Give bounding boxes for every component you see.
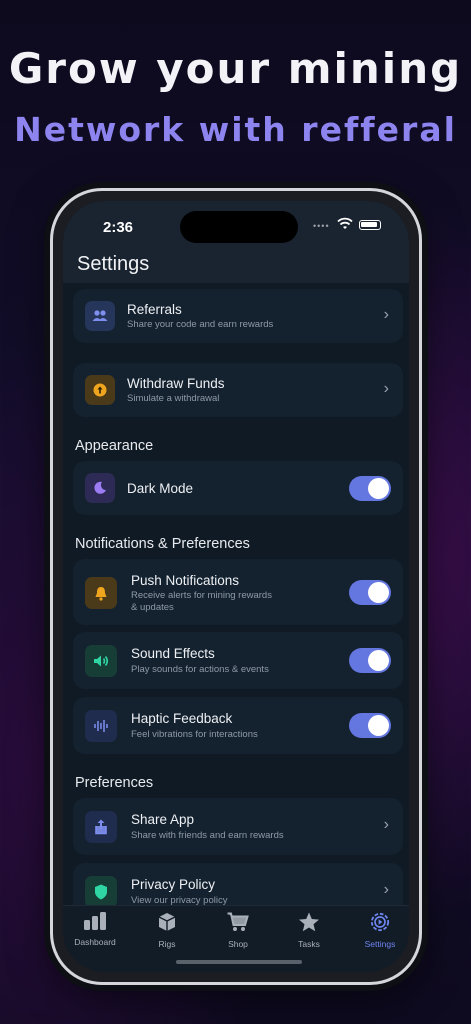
haptic-subtitle: Feel vibrations for interactions xyxy=(131,729,258,740)
star-icon xyxy=(299,912,319,932)
gear-icon xyxy=(370,912,390,932)
section-notifications: Notifications & Preferences xyxy=(75,536,250,552)
tab-label: Settings xyxy=(364,939,396,949)
section-preferences: Preferences xyxy=(75,775,154,791)
sound-effects-row: Sound Effects Play sounds for actions & … xyxy=(73,632,403,689)
status-time: 2:36 xyxy=(103,219,134,236)
dark-mode-toggle[interactable] xyxy=(349,476,391,501)
dynamic-island xyxy=(180,211,298,243)
tab-label: Dashboard xyxy=(74,937,116,947)
tab-dashboard[interactable]: Dashboard xyxy=(65,912,125,947)
waveform-icon xyxy=(85,710,117,742)
wifi-icon xyxy=(337,217,353,229)
tab-rigs[interactable]: Rigs xyxy=(137,912,197,949)
shield-icon xyxy=(85,876,117,905)
share-title: Share App xyxy=(131,812,195,827)
tab-settings[interactable]: Settings xyxy=(350,912,409,949)
page-title: Settings xyxy=(77,253,150,275)
phone-screen: 2:36 •••• Settings Referrals Share your … xyxy=(63,201,409,972)
section-appearance: Appearance xyxy=(75,438,154,454)
privacy-policy-row[interactable]: Privacy Policy View our privacy policy › xyxy=(73,863,403,905)
cube-icon xyxy=(158,913,176,931)
push-notifications-toggle[interactable] xyxy=(349,580,391,605)
push-title: Push Notifications xyxy=(131,573,240,588)
privacy-subtitle: View our privacy policy xyxy=(131,895,228,905)
withdraw-icon xyxy=(85,375,115,405)
share-subtitle: Share with friends and earn rewards xyxy=(131,830,284,841)
tab-label: Rigs xyxy=(158,939,176,949)
haptic-feedback-row: Haptic Feedback Feel vibrations for inte… xyxy=(73,697,403,754)
chevron-right-icon: › xyxy=(383,380,389,397)
dark-mode-row: Dark Mode xyxy=(73,461,403,515)
share-app-row[interactable]: Share App Share with friends and earn re… xyxy=(73,798,403,855)
users-icon xyxy=(85,301,115,331)
tab-tasks[interactable]: Tasks xyxy=(279,912,339,949)
cart-icon xyxy=(227,912,249,931)
push-notifications-row: Push Notifications Receive alerts for mi… xyxy=(73,559,403,625)
tab-label: Shop xyxy=(228,939,248,949)
tab-label: Tasks xyxy=(298,939,320,949)
sound-title: Sound Effects xyxy=(131,646,215,661)
referrals-row[interactable]: Referrals Share your code and earn rewar… xyxy=(73,289,403,343)
settings-list[interactable]: Referrals Share your code and earn rewar… xyxy=(63,283,409,905)
withdraw-title: Withdraw Funds xyxy=(127,376,225,391)
referrals-subtitle: Share your code and earn rewards xyxy=(127,319,274,330)
bar-chart-icon xyxy=(84,912,106,930)
sound-effects-toggle[interactable] xyxy=(349,648,391,673)
battery-icon xyxy=(359,220,381,230)
chevron-right-icon: › xyxy=(383,881,389,898)
chevron-right-icon: › xyxy=(383,816,389,833)
privacy-title: Privacy Policy xyxy=(131,877,216,892)
haptic-title: Haptic Feedback xyxy=(131,711,233,726)
haptic-feedback-toggle[interactable] xyxy=(349,713,391,738)
share-icon xyxy=(85,811,117,843)
sound-subtitle: Play sounds for actions & events xyxy=(131,664,269,675)
push-subtitle: Receive alerts for mining rewards & upda… xyxy=(131,590,272,613)
withdraw-subtitle: Simulate a withdrawal xyxy=(127,393,220,404)
tab-shop[interactable]: Shop xyxy=(208,912,268,949)
referrals-title: Referrals xyxy=(127,302,182,317)
signal-icon: •••• xyxy=(313,221,330,231)
bell-icon xyxy=(85,577,117,609)
chevron-right-icon: › xyxy=(383,306,389,323)
phone-frame: 2:36 •••• Settings Referrals Share your … xyxy=(50,188,422,985)
dark-mode-title: Dark Mode xyxy=(127,481,194,496)
headline-subtitle: Network with refferal xyxy=(14,110,457,149)
home-indicator xyxy=(176,960,302,964)
moon-icon xyxy=(85,473,115,503)
withdraw-funds-row[interactable]: Withdraw Funds Simulate a withdrawal › xyxy=(73,363,403,417)
headline-title: Grow your mining xyxy=(8,44,463,93)
status-bar: 2:36 •••• xyxy=(63,201,409,245)
speaker-icon xyxy=(85,645,117,677)
